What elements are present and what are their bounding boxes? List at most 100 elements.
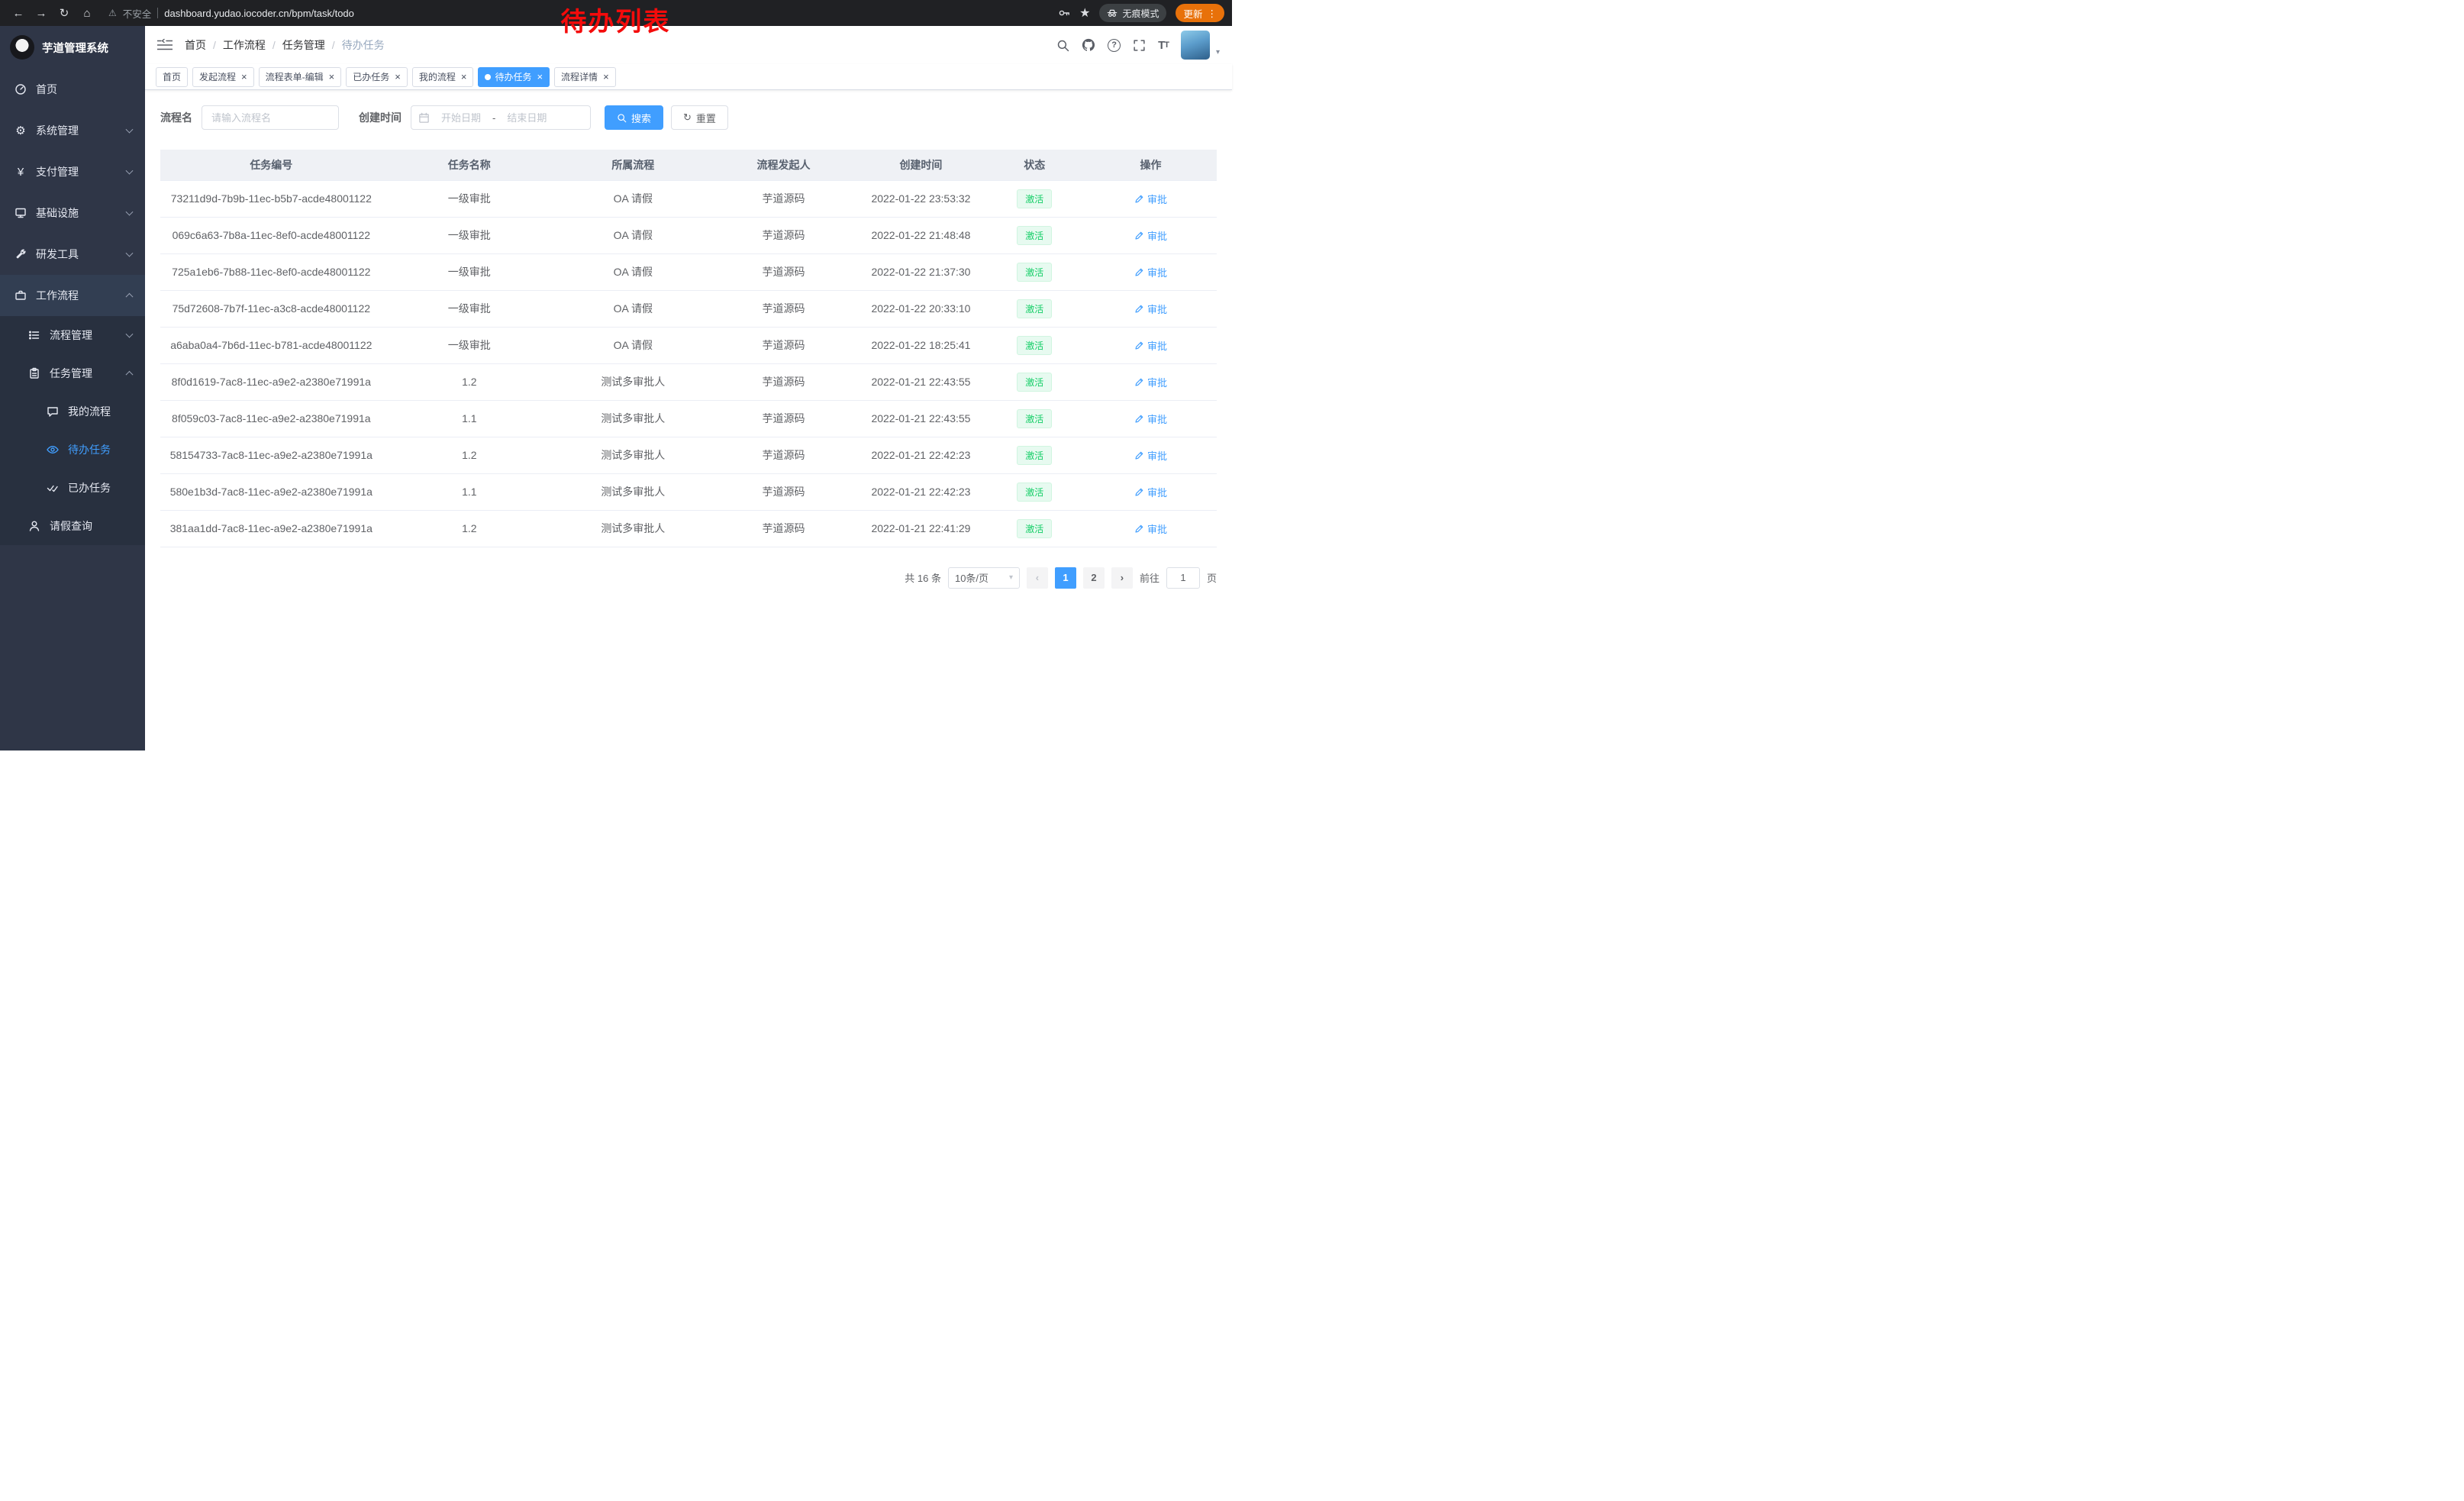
infrastructure-icon — [14, 207, 27, 219]
cell-task-id: a6aba0a4-7b6d-11ec-b781-acde48001122 — [160, 327, 382, 363]
workflow-submenu: 流程管理 任务管理 我的流程 待办任务 — [0, 316, 145, 545]
approve-link[interactable]: 审批 — [1134, 338, 1167, 353]
approve-link[interactable]: 审批 — [1134, 192, 1167, 206]
approve-link[interactable]: 审批 — [1134, 448, 1167, 463]
approve-link-label: 审批 — [1147, 338, 1167, 353]
search-button[interactable]: 搜索 — [605, 105, 663, 130]
column-process: 所属流程 — [556, 150, 710, 180]
sidebar-item-dev-tools[interactable]: 研发工具 — [0, 234, 145, 275]
start-date-input[interactable] — [433, 112, 489, 124]
approve-link[interactable]: 审批 — [1134, 265, 1167, 279]
breadcrumb-task-mgmt[interactable]: 任务管理 — [282, 37, 325, 53]
help-icon[interactable]: ? — [1108, 39, 1121, 52]
tab-my-processes[interactable]: 我的流程 × — [412, 67, 474, 87]
forward-icon[interactable]: → — [31, 2, 52, 24]
key-icon[interactable] — [1058, 7, 1070, 19]
sidebar-item-system-mgmt[interactable]: ⚙ 系统管理 — [0, 110, 145, 151]
edit-icon — [1134, 450, 1144, 460]
breadcrumb-workflow[interactable]: 工作流程 — [223, 37, 266, 53]
close-icon[interactable]: × — [241, 72, 247, 82]
sidebar-item-task-mgmt[interactable]: 任务管理 — [0, 354, 145, 392]
tab-home[interactable]: 首页 — [156, 67, 188, 87]
cell-action: 审批 — [1085, 327, 1217, 363]
cell-action: 审批 — [1085, 180, 1217, 217]
sidebar-item-home[interactable]: 首页 — [0, 69, 145, 110]
tab-process-detail[interactable]: 流程详情 × — [554, 67, 616, 87]
approve-link-label: 审批 — [1147, 302, 1167, 316]
workflow-icon — [14, 289, 27, 302]
approve-link-label: 审批 — [1147, 192, 1167, 206]
cell-process: 测试多审批人 — [556, 510, 710, 547]
incognito-label: 无痕模式 — [1122, 7, 1159, 20]
cell-task-name: 1.1 — [382, 400, 556, 437]
sidebar-item-label: 支付管理 — [36, 164, 79, 179]
goto-page-input[interactable] — [1166, 567, 1200, 589]
sidebar-item-label: 任务管理 — [50, 366, 92, 381]
close-icon[interactable]: × — [603, 72, 609, 82]
sidebar-item-leave-query[interactable]: 请假查询 — [0, 507, 145, 545]
date-range-picker[interactable]: - — [411, 105, 591, 130]
reset-button[interactable]: ↻ 重置 — [671, 105, 728, 130]
reload-icon[interactable]: ↻ — [53, 2, 75, 24]
cell-task-id: 069c6a63-7b8a-11ec-8ef0-acde48001122 — [160, 217, 382, 253]
approve-link[interactable]: 审批 — [1134, 412, 1167, 426]
fullscreen-icon[interactable] — [1133, 39, 1146, 52]
sidebar-item-payment-mgmt[interactable]: ¥ 支付管理 — [0, 151, 145, 192]
github-icon[interactable] — [1082, 38, 1095, 52]
cell-process: 测试多审批人 — [556, 400, 710, 437]
table-row: 73211d9d-7b9b-11ec-b5b7-acde48001122 一级审… — [160, 180, 1217, 217]
avatar[interactable] — [1181, 31, 1210, 60]
sidebar-item-infrastructure[interactable]: 基础设施 — [0, 192, 145, 234]
tab-done-tasks[interactable]: 已办任务 × — [346, 67, 408, 87]
sidebar-item-label: 请假查询 — [50, 518, 92, 534]
approve-link[interactable]: 审批 — [1134, 375, 1167, 389]
cell-task-id: 75d72608-7b7f-11ec-a3c8-acde48001122 — [160, 290, 382, 327]
process-name-input[interactable] — [202, 105, 339, 130]
prev-page-button[interactable]: ‹ — [1027, 567, 1048, 589]
approve-link[interactable]: 审批 — [1134, 485, 1167, 499]
update-button[interactable]: 更新 ⋮ — [1176, 4, 1224, 22]
approve-link[interactable]: 审批 — [1134, 228, 1167, 243]
bookmark-star-icon[interactable]: ★ — [1079, 5, 1090, 21]
app-logo-row[interactable]: 芋道管理系统 — [0, 26, 145, 69]
approve-link[interactable]: 审批 — [1134, 521, 1167, 536]
tags-bar: 首页 发起流程 × 流程表单-编辑 × 已办任务 × 我的流程 × 待办任务 ×… — [145, 64, 1232, 90]
font-size-icon[interactable]: TT — [1158, 39, 1169, 52]
close-icon[interactable]: × — [329, 72, 335, 82]
back-icon[interactable]: ← — [8, 2, 29, 24]
caret-down-icon[interactable]: ▾ — [1216, 48, 1220, 60]
sidebar-item-my-processes[interactable]: 我的流程 — [0, 392, 145, 431]
tab-start-process[interactable]: 发起流程 × — [192, 67, 254, 87]
close-icon[interactable]: × — [537, 72, 543, 82]
home-icon[interactable]: ⌂ — [76, 2, 98, 24]
sidebar-item-todo-tasks[interactable]: 待办任务 — [0, 431, 145, 469]
page-size-select[interactable]: 10条/页 ▾ — [948, 567, 1020, 589]
close-icon[interactable]: × — [461, 72, 467, 82]
cell-action: 审批 — [1085, 217, 1217, 253]
tab-process-form-edit[interactable]: 流程表单-编辑 × — [259, 67, 342, 87]
next-page-button[interactable]: › — [1111, 567, 1133, 589]
sidebar-fold-icon[interactable] — [157, 38, 173, 52]
cell-created: 2022-01-21 22:42:23 — [857, 473, 984, 510]
menu-dots-icon: ⋮ — [1208, 8, 1217, 19]
sidebar-item-done-tasks[interactable]: 已办任务 — [0, 469, 145, 507]
url-text: dashboard.yudao.iocoder.cn/bpm/task/todo — [164, 8, 354, 19]
cell-initiator: 芋道源码 — [710, 510, 858, 547]
sidebar-item-label: 我的流程 — [68, 404, 111, 419]
page-button-2[interactable]: 2 — [1083, 567, 1105, 589]
search-icon[interactable] — [1056, 39, 1069, 52]
sidebar-item-workflow[interactable]: 工作流程 — [0, 275, 145, 316]
tab-label: 首页 — [163, 70, 181, 83]
cell-status: 激活 — [984, 180, 1084, 217]
sidebar-item-process-mgmt[interactable]: 流程管理 — [0, 316, 145, 354]
my-process-icon — [46, 405, 60, 418]
approve-link[interactable]: 审批 — [1134, 302, 1167, 316]
breadcrumb-home[interactable]: 首页 — [185, 37, 206, 53]
tab-todo-tasks[interactable]: 待办任务 × — [478, 67, 550, 87]
page-button-1[interactable]: 1 — [1055, 567, 1076, 589]
close-icon[interactable]: × — [395, 72, 401, 82]
tab-label: 待办任务 — [495, 70, 531, 83]
incognito-icon — [1107, 8, 1118, 18]
column-action: 操作 — [1085, 150, 1217, 180]
end-date-input[interactable] — [498, 112, 555, 124]
